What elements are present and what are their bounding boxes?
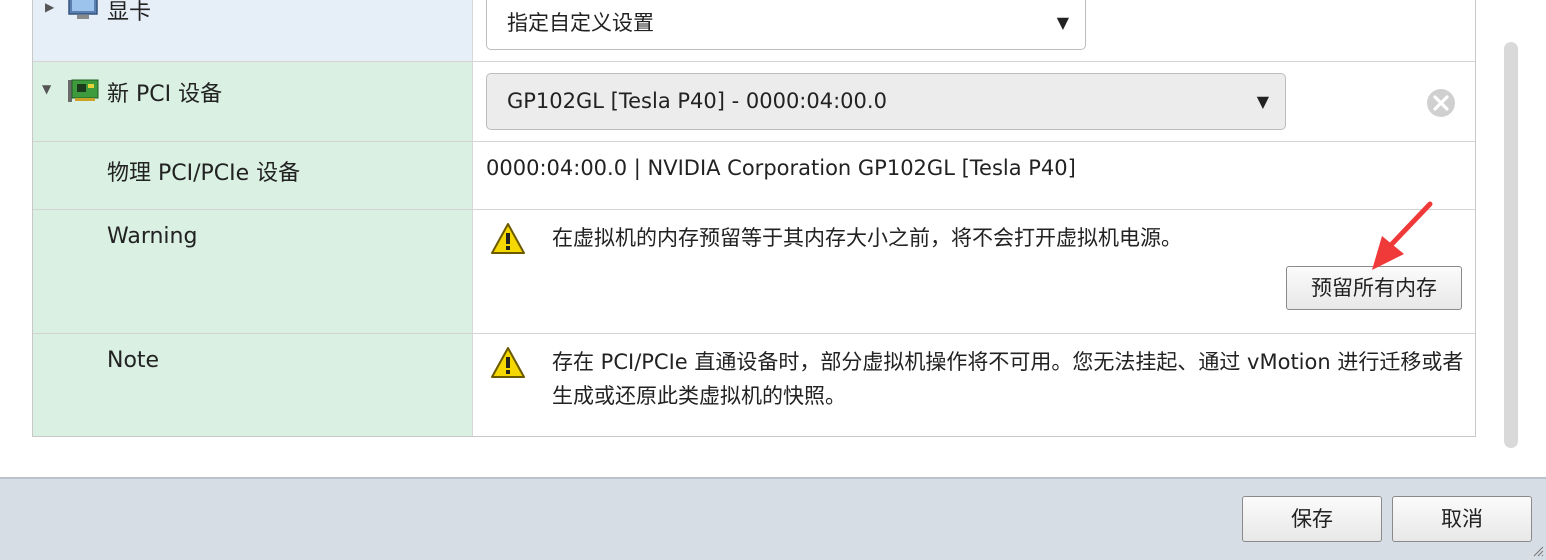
row-label-cell: 物理 PCI/PCIe 设备	[33, 142, 473, 209]
row-note: Note 存在 PCI/PCIe 直通设备时，部分虚拟机操作将不可用。您无法挂起…	[33, 334, 1475, 436]
dropdown-arrow-icon: ▼	[1256, 92, 1269, 111]
dialog-footer: 保存 取消	[0, 477, 1546, 560]
collapse-down-icon[interactable]: ▼	[42, 82, 51, 96]
warning-icon	[491, 347, 525, 378]
pci-card-icon	[68, 79, 99, 102]
row-graphics-card: ▶ 显卡 指定自定义设置 ▼	[33, 0, 1475, 62]
vm-hardware-panel: ▶ 显卡 指定自定义设置 ▼ ▼ 新 PCI 设备 GP102GL [Tesla…	[32, 0, 1476, 437]
row-value-cell: GP102GL [Tesla P40] - 0000:04:00.0 ▼	[474, 62, 1475, 141]
row-label: 显卡	[107, 0, 152, 25]
row-value-cell: 在虚拟机的内存预留等于其内存大小之前，将不会打开虚拟机电源。 预留所有内存	[474, 210, 1475, 333]
resize-grip-icon[interactable]	[1532, 545, 1544, 557]
row-label-cell: ▶ 显卡	[33, 0, 473, 61]
row-value-cell: 0000:04:00.0 | NVIDIA Corporation GP102G…	[474, 142, 1475, 209]
scrollbar[interactable]	[1504, 42, 1518, 448]
row-new-pci-device: ▼ 新 PCI 设备 GP102GL [Tesla P40] - 0000:04…	[33, 62, 1475, 142]
remove-icon[interactable]	[1426, 88, 1456, 118]
warning-message: 在虚拟机的内存预留等于其内存大小之前，将不会打开虚拟机电源。	[552, 226, 1182, 250]
row-label: Note	[107, 348, 160, 373]
cancel-button[interactable]: 取消	[1392, 496, 1532, 542]
row-value-cell: 存在 PCI/PCIe 直通设备时，部分虚拟机操作将不可用。您无法挂起、通过 v…	[474, 334, 1475, 436]
row-label: 新 PCI 设备	[107, 82, 223, 107]
reserve-all-memory-button[interactable]: 预留所有内存	[1286, 266, 1462, 310]
save-button[interactable]: 保存	[1242, 496, 1382, 542]
select-value: GP102GL [Tesla P40] - 0000:04:00.0	[507, 89, 887, 113]
row-label-cell: ▼ 新 PCI 设备	[33, 62, 473, 141]
row-label: 物理 PCI/PCIe 设备	[107, 161, 301, 186]
expand-right-icon[interactable]: ▶	[45, 0, 54, 14]
pci-device-select[interactable]: GP102GL [Tesla P40] - 0000:04:00.0 ▼	[486, 73, 1286, 130]
row-physical-pci: 物理 PCI/PCIe 设备 0000:04:00.0 | NVIDIA Cor…	[33, 142, 1475, 210]
note-message: 存在 PCI/PCIe 直通设备时，部分虚拟机操作将不可用。您无法挂起、通过 v…	[552, 350, 1464, 408]
physical-device-value: 0000:04:00.0 | NVIDIA Corporation GP102G…	[486, 156, 1076, 180]
row-label-cell: Warning	[33, 210, 473, 333]
row-warning: Warning 在虚拟机的内存预留等于其内存大小之前，将不会打开虚拟机电源。 预…	[33, 210, 1475, 334]
select-value: 指定自定义设置	[507, 11, 654, 35]
warning-icon	[491, 223, 525, 254]
row-label: Warning	[107, 224, 198, 249]
row-value-cell: 指定自定义设置 ▼	[474, 0, 1475, 61]
gpu-config-select[interactable]: 指定自定义设置 ▼	[486, 0, 1086, 50]
monitor-icon	[68, 0, 98, 19]
dropdown-arrow-icon: ▼	[1056, 13, 1069, 32]
row-label-cell: Note	[33, 334, 473, 436]
